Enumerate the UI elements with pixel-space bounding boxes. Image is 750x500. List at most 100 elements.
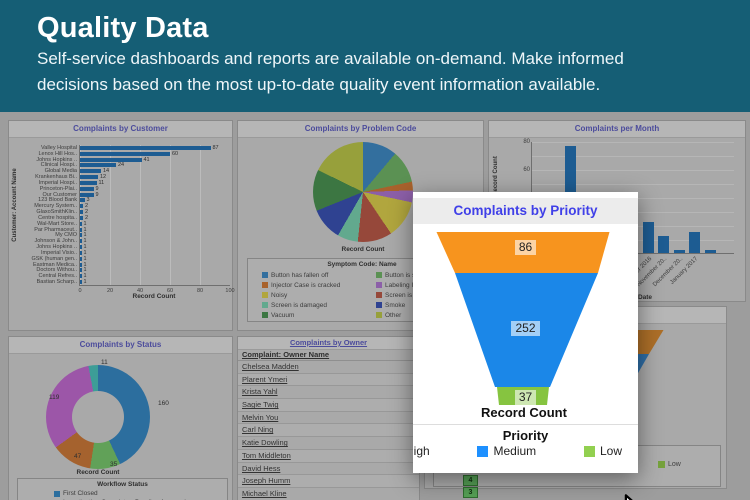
bar[interactable] [80,157,142,162]
legend-label: Vacuum [271,311,295,319]
table-row[interactable]: Katie Dowling [238,437,419,450]
legend-swatch [376,312,382,318]
bar[interactable] [80,192,94,197]
table-row[interactable]: Krista Yahl [238,386,419,400]
hidden-count-chip: 4 [463,475,478,486]
page-subtitle-line1: Self-service dashboards and reports are … [37,49,624,68]
legend-label: Other [385,311,402,319]
donut-hole [72,391,124,443]
funnel-value-low: 37 [413,388,638,406]
bar[interactable] [658,236,669,253]
value-label: 47 [74,453,82,460]
owner-name-link[interactable]: David Hess [242,464,280,473]
owner-name-link[interactable]: Tom Middleton [242,451,291,460]
table-row[interactable]: Melvin You [238,412,419,425]
bar[interactable] [704,250,716,253]
panel-title-customer: Complaints by Customer [9,121,232,138]
bar[interactable] [80,210,83,215]
owner-name-link[interactable]: Melvin You [242,413,278,422]
bar[interactable] [80,215,83,220]
value-label: 60 [172,150,179,157]
bar[interactable] [80,250,82,255]
problem-code-pie-chart[interactable] [313,142,413,242]
value-label: 11 [98,179,105,186]
axis-tick: 60 [523,166,530,173]
table-row[interactable]: Sagie Twig [238,399,419,412]
legend-label: Injector Case is cracked [271,281,341,289]
legend-swatch [658,460,665,468]
table-row[interactable]: Chelsea Madden [238,361,419,374]
owner-column-header[interactable]: Complaint: Owner Name [238,350,419,361]
panel-complaints-by-status: Complaints by Status Record Count Workfl… [8,336,233,500]
legend-swatch [262,292,268,298]
popup-legend-items: High Medium Low [413,444,638,458]
status-chart[interactable]: Record Count Workflow Status First Close… [9,354,232,500]
bar[interactable] [80,239,82,244]
owner-name-link[interactable]: Plarent Ymeri [242,375,287,384]
table-row[interactable]: Michael Kline [238,488,419,500]
owner-name-link[interactable]: Joseph Humm [242,476,290,485]
popup-legend-item: Low [583,444,622,458]
bar[interactable] [673,250,685,253]
legend-swatch [262,302,268,308]
value-label: 1 [83,279,87,286]
status-legend-title: Workflow Status [97,481,148,488]
bar[interactable] [80,163,116,168]
bar[interactable] [80,245,82,250]
bar[interactable] [80,198,85,203]
dashboard-background: Complaints by Customer Customer: Account… [0,112,750,500]
funnel-value-medium: 252 [413,319,638,337]
table-row[interactable]: Carl Ning [238,424,419,438]
owner-name-link[interactable]: Michael Kline [242,489,287,498]
bar[interactable] [80,186,94,191]
table-row[interactable]: Tom Middleton [238,449,419,463]
value-label: 119 [49,394,60,401]
panel-title-status: Complaints by Status [9,337,232,354]
value-label: 87 [212,145,219,151]
value-label: 11 [101,359,108,366]
hero-banner: Quality Data Self-service dashboards and… [0,0,750,112]
bar[interactable] [689,232,700,253]
bar[interactable] [80,180,97,185]
panel-title-owner-link[interactable]: Complaints by Owner [238,337,419,350]
customer-x-axis-label: Record Count [132,293,176,300]
value-label: 35 [110,461,118,468]
legend-item: Injector Case is cracked [262,280,376,290]
table-row[interactable]: David Hess [238,463,419,476]
bar[interactable] [80,204,83,209]
bar[interactable] [80,151,170,156]
bar[interactable] [80,274,82,279]
legend-item: Noisy [262,290,376,300]
customer-plot-area[interactable]: Valley Hospital 87 Lenox Hill Hos.. 60 Johns… [31,145,235,294]
bar[interactable] [80,146,211,150]
bar[interactable] [80,221,82,226]
bar[interactable] [80,268,82,273]
table-row[interactable]: Joseph Humm [238,475,419,488]
axis-tick: 80 [523,139,530,145]
owner-name-link[interactable]: Sagie Twig [242,400,279,409]
bar[interactable] [80,175,98,180]
customer-chart[interactable]: Customer: Account Name Valley Hospital 87… [9,138,235,331]
owner-name-link[interactable]: Katie Dowling [242,438,288,447]
bar[interactable] [80,262,82,267]
bar[interactable] [80,227,82,232]
bar[interactable] [80,280,82,285]
legend-item: Low [658,459,681,469]
popup-x-axis-label: Record Count [481,405,567,420]
bar[interactable] [80,169,101,174]
funnel-value-high: 86 [413,238,638,256]
panel-complaints-by-customer: Complaints by Customer Customer: Account… [8,120,235,331]
owner-name-link[interactable]: Carl Ning [242,425,273,434]
owner-name-link[interactable]: Krista Yahl [242,387,278,396]
legend-label: Medium [493,444,537,458]
bar[interactable] [642,222,654,253]
table-row[interactable]: Plarent Ymeri [238,373,419,387]
legend-label: Button has fallen off [271,271,329,279]
owner-name-link[interactable]: Chelsea Madden [242,362,299,371]
bar[interactable] [80,256,82,261]
panel-title-per-month: Complaints per Month [489,121,745,138]
status-legend-items: First ClosedInvestigation Complete - Pen… [18,488,227,500]
value-label: 41 [143,156,150,163]
bar[interactable] [80,233,82,238]
status-donut-chart[interactable] [46,365,150,469]
